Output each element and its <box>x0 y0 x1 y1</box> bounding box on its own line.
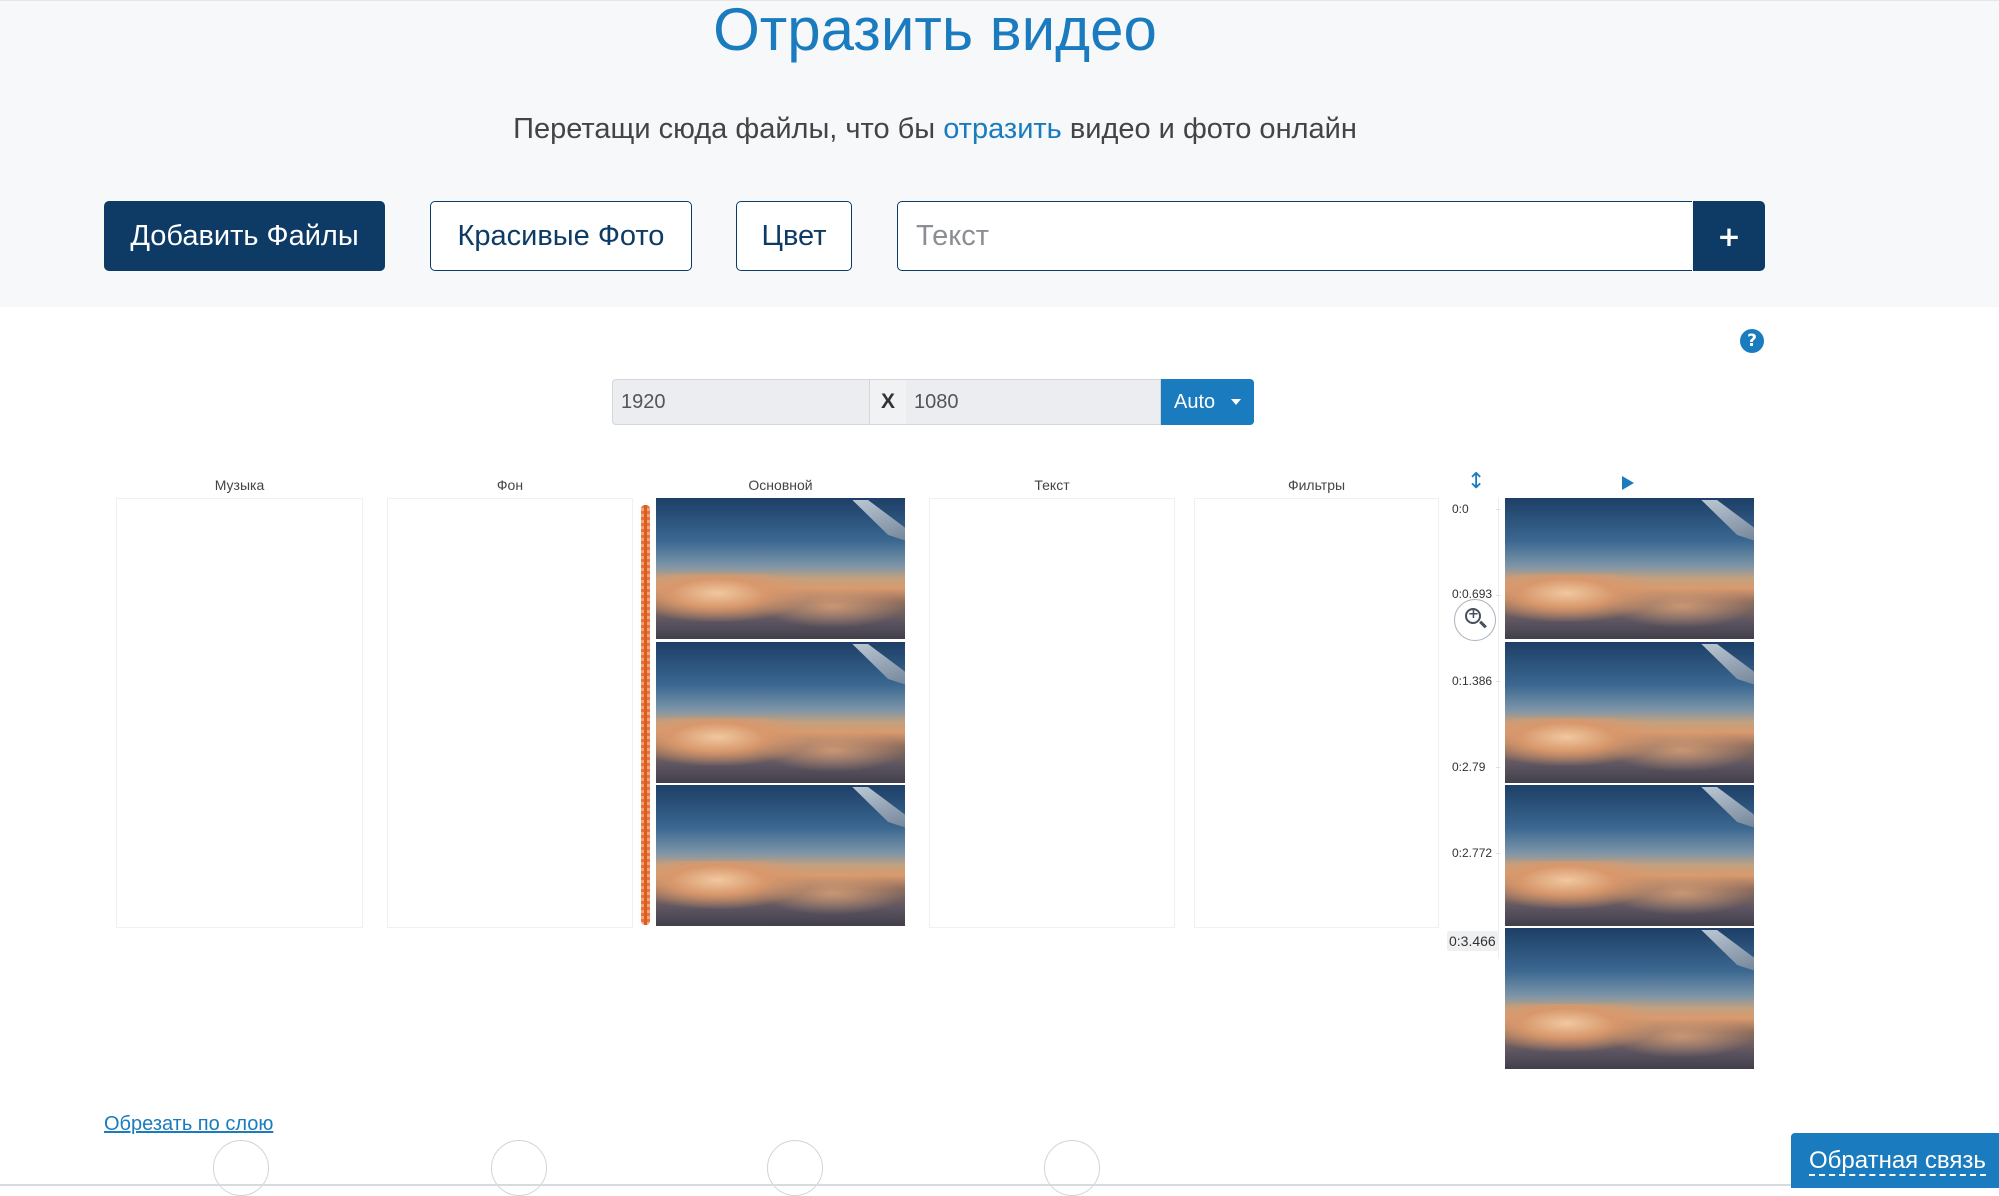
subtitle-accent: отразить <box>943 113 1062 145</box>
preview-frame-thumbnail[interactable] <box>1505 642 1754 783</box>
timeline-ruler <box>1498 498 1499 958</box>
ruler-tick <box>1496 853 1500 854</box>
music-track[interactable] <box>116 498 363 928</box>
timeline-tick-label: 0:1.386 <box>1452 674 1493 688</box>
caret-down-icon <box>1231 399 1241 405</box>
beautiful-photos-button[interactable]: Красивые Фото <box>430 201 692 271</box>
bottom-border <box>0 1184 1999 1186</box>
preview-frame-thumbnail[interactable] <box>1505 928 1754 1069</box>
timeline-current-time: 0:3.466 <box>1447 931 1498 951</box>
resize-icon[interactable]: ↕ <box>1467 471 1485 493</box>
waveform-center-line <box>644 505 647 925</box>
play-icon[interactable] <box>1622 476 1634 490</box>
column-label-background: Фон <box>496 477 524 493</box>
feedback-label: Обратная связь <box>1809 1146 1986 1176</box>
preview-frame-thumbnail[interactable] <box>1505 785 1754 926</box>
add-text-button[interactable]: + <box>1693 201 1765 271</box>
ruler-tick <box>1496 595 1500 596</box>
ruler-tick <box>1496 509 1500 510</box>
column-label-music: Музыка <box>214 477 265 493</box>
timeline-tick-label: 0:2.772 <box>1452 846 1493 860</box>
filters-track[interactable] <box>1194 498 1439 928</box>
subtitle-text: Перетащи сюда файлы, что бы <box>513 113 936 145</box>
text-input[interactable] <box>897 201 1692 271</box>
zoom-handle <box>1479 620 1487 629</box>
timeline-tick-label: 0:0 <box>1452 502 1469 516</box>
dimension-separator: X <box>870 379 906 425</box>
size-mode-dropdown[interactable]: Auto <box>1161 379 1254 425</box>
page-subtitle: Перетащи сюда файлы, что бы отразить вид… <box>0 113 1870 146</box>
timeline-tick-label: 0:2.79 <box>1452 760 1486 774</box>
help-icon[interactable]: ? <box>1740 329 1764 353</box>
feedback-button[interactable]: Обратная связь <box>1791 1133 1999 1188</box>
subtitle-text-end: видео и фото онлайн <box>1069 113 1357 145</box>
video-frame-thumbnail[interactable] <box>656 642 905 783</box>
background-track[interactable] <box>387 498 633 928</box>
width-input[interactable] <box>612 379 870 425</box>
column-label-main: Основной <box>748 477 813 493</box>
size-mode-label: Auto <box>1174 390 1216 413</box>
color-button[interactable]: Цвет <box>736 201 852 271</box>
upload-area[interactable]: Отразить видео Перетащи сюда файлы, что … <box>0 0 1999 307</box>
preview-frame-thumbnail[interactable] <box>1505 498 1754 639</box>
page-title: Отразить видео <box>713 0 1157 63</box>
video-frame-thumbnail[interactable] <box>656 498 905 639</box>
height-input[interactable] <box>906 379 1161 425</box>
video-frame-thumbnail[interactable] <box>656 785 905 926</box>
zoom-plus-glyph: + <box>1468 607 1479 622</box>
column-label-text: Текст <box>1034 477 1070 493</box>
ruler-tick <box>1496 767 1500 768</box>
text-track[interactable] <box>929 498 1175 928</box>
ruler-tick <box>1496 681 1500 682</box>
zoom-in-button[interactable]: + <box>1454 599 1496 641</box>
column-label-filters: Фильтры <box>1287 477 1346 493</box>
add-files-button[interactable]: Добавить Файлы <box>104 201 385 271</box>
crop-by-layer-link[interactable]: Обрезать по слою <box>104 1113 273 1136</box>
